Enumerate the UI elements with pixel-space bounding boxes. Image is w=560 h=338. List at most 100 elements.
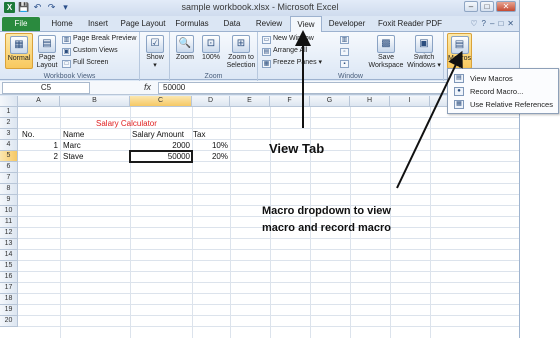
row-header-16[interactable]: 16: [0, 272, 18, 283]
cell-name[interactable]: Marc: [63, 140, 123, 151]
column-header-g[interactable]: G: [310, 96, 350, 107]
cell-no[interactable]: 2: [18, 151, 60, 162]
row-header-12[interactable]: 12: [0, 228, 18, 239]
close-button[interactable]: ✕: [496, 1, 516, 12]
sheet-title[interactable]: Salary Calculator: [96, 118, 196, 129]
normal-label: Normal: [7, 55, 31, 62]
row-header-18[interactable]: 18: [0, 294, 18, 305]
row-header-5[interactable]: 5: [0, 151, 18, 162]
workbook-minimize-icon[interactable]: –: [490, 19, 494, 28]
column-header-h[interactable]: H: [350, 96, 390, 107]
heart-icon[interactable]: ♡: [470, 19, 477, 28]
group-zoom: 🔍 Zoom ⊡ 100% ⊞ Zoom to Selection Zoom: [170, 32, 258, 81]
switch-label-1: Switch: [413, 54, 435, 61]
tab-view[interactable]: View: [290, 16, 322, 32]
tab-review[interactable]: Review: [252, 18, 286, 31]
tab-formulas[interactable]: Formulas: [172, 18, 212, 31]
row-header-19[interactable]: 19: [0, 305, 18, 316]
show-button[interactable]: ☑ Show ▾: [144, 35, 166, 69]
row-header-17[interactable]: 17: [0, 283, 18, 294]
minimize-button[interactable]: –: [464, 1, 478, 12]
column-header-i[interactable]: I: [390, 96, 430, 107]
cell-no[interactable]: 1: [18, 140, 60, 151]
cell-name[interactable]: Stave: [63, 151, 123, 162]
tab-home[interactable]: Home: [46, 18, 78, 31]
worksheet-grid[interactable]: A B C D E F G H I 1 2 3 4 5 6 7 8 9 10 1…: [0, 96, 519, 338]
row-header-7[interactable]: 7: [0, 173, 18, 184]
row-header-4[interactable]: 4: [0, 140, 18, 151]
page-layout-label-2: Layout: [36, 62, 58, 69]
window-title: sample workbook.xlsx - Microsoft Excel: [181, 2, 339, 12]
zoom-button[interactable]: 🔍 Zoom: [173, 35, 197, 69]
tab-developer[interactable]: Developer: [326, 18, 368, 31]
workbook-restore-icon[interactable]: □: [498, 19, 503, 28]
zoom-100-icon: ⊡: [202, 35, 220, 53]
zoom-selection-icon: ⊞: [232, 35, 250, 53]
tab-file[interactable]: File: [2, 17, 40, 31]
freeze-panes-label: Freeze Panes: [273, 59, 317, 66]
custom-views-button[interactable]: ▣ Custom Views: [62, 46, 118, 56]
header-name[interactable]: Name: [63, 129, 123, 140]
macros-dropdown-menu: ▤ View Macros ● Record Macro... ▦ Use Relat…: [447, 68, 559, 114]
new-window-button[interactable]: ▭ New Window: [262, 34, 314, 44]
row-header-11[interactable]: 11: [0, 217, 18, 228]
ribbon: ▦ Normal ▤ Page Layout ▥ Page Break Previ…: [0, 31, 519, 81]
save-ws-label-1: Save: [378, 54, 394, 61]
header-tax[interactable]: Tax: [193, 129, 229, 140]
normal-view-button[interactable]: ▦ Normal: [5, 33, 33, 69]
row-header-9[interactable]: 9: [0, 195, 18, 206]
zoom-100-label: 100%: [202, 54, 220, 61]
menu-item-record-macro[interactable]: ● Record Macro...: [450, 85, 558, 98]
zoom-100-button[interactable]: ⊡ 100%: [199, 35, 223, 69]
zoom-to-selection-button[interactable]: ⊞ Zoom to Selection: [225, 35, 257, 69]
select-all-corner[interactable]: [0, 96, 18, 107]
column-header-b[interactable]: B: [60, 96, 130, 107]
title-bar: X 💾 ↶ ↷ ▾ sample workbook.xlsx - Microso…: [0, 0, 519, 16]
menu-item-use-relative-references[interactable]: ▦ Use Relative References: [450, 98, 558, 111]
page-layout-icon: ▤: [38, 35, 56, 53]
macros-dropdown-button[interactable]: ▤ Macros ▾: [447, 33, 472, 70]
switch-windows-icon: ▣: [415, 35, 433, 53]
unhide-button[interactable]: ▪: [340, 58, 351, 68]
page-layout-view-button[interactable]: ▤ Page Layout: [35, 35, 59, 69]
row-header-15[interactable]: 15: [0, 261, 18, 272]
row-header-20[interactable]: 20: [0, 316, 18, 327]
row-header-6[interactable]: 6: [0, 162, 18, 173]
save-workspace-button[interactable]: ▩ Save Workspace: [368, 35, 404, 69]
row-header-14[interactable]: 14: [0, 250, 18, 261]
menu-item-view-macros[interactable]: ▤ View Macros: [450, 72, 558, 85]
full-screen-button[interactable]: □ Full Screen: [62, 58, 108, 68]
column-header-f[interactable]: F: [270, 96, 310, 107]
tab-page-layout[interactable]: Page Layout: [118, 18, 168, 31]
row-header-13[interactable]: 13: [0, 239, 18, 250]
arrange-all-button[interactable]: ▤ Arrange All: [262, 46, 307, 56]
unhide-icon: ▪: [340, 60, 349, 68]
column-header-a[interactable]: A: [18, 96, 60, 107]
row-header-3[interactable]: 3: [0, 129, 18, 140]
tab-insert[interactable]: Insert: [82, 18, 114, 31]
insert-function-icon[interactable]: fx: [144, 82, 151, 92]
cell-tax[interactable]: 20%: [192, 151, 230, 162]
name-box[interactable]: C5: [2, 82, 90, 94]
tab-data[interactable]: Data: [218, 18, 246, 31]
freeze-panes-button[interactable]: ▦ Freeze Panes ▾: [262, 58, 322, 68]
cell-tax[interactable]: 10%: [192, 140, 230, 151]
split-button[interactable]: ▥: [340, 34, 351, 44]
switch-windows-button[interactable]: ▣ Switch Windows ▾: [406, 35, 442, 69]
workbook-close-icon[interactable]: ✕: [507, 19, 514, 28]
tab-foxit-reader-pdf[interactable]: Foxit Reader PDF: [374, 18, 446, 31]
maximize-button[interactable]: □: [480, 1, 494, 12]
header-salary-amount[interactable]: Salary Amount: [132, 129, 192, 140]
help-icon[interactable]: ?: [482, 19, 486, 28]
column-header-e[interactable]: E: [230, 96, 270, 107]
row-header-10[interactable]: 10: [0, 206, 18, 217]
column-header-d[interactable]: D: [192, 96, 230, 107]
row-header-8[interactable]: 8: [0, 184, 18, 195]
page-break-preview-button[interactable]: ▥ Page Break Preview: [62, 34, 136, 44]
row-header-1[interactable]: 1: [0, 107, 18, 118]
header-no[interactable]: No.: [22, 129, 58, 140]
hide-button[interactable]: ▫: [340, 46, 351, 56]
row-header-2[interactable]: 2: [0, 118, 18, 129]
column-header-c[interactable]: C: [130, 96, 192, 107]
group-label-zoom: Zoom: [204, 73, 223, 80]
